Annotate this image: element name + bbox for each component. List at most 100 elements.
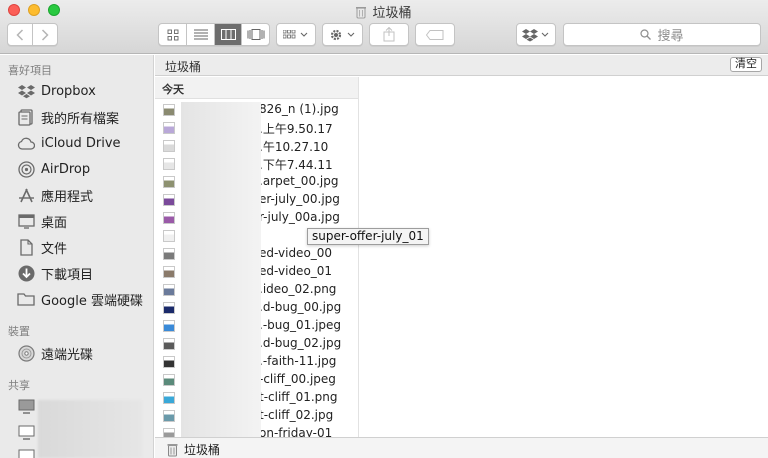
desktop-icon — [16, 212, 36, 230]
file-name: .d-bug_02.jpg — [259, 336, 342, 350]
file-thumbnail-icon — [163, 320, 175, 332]
arrange-icon — [283, 29, 308, 38]
window-title: 垃圾桶 — [0, 2, 768, 21]
file-thumbnail-icon — [163, 194, 175, 206]
dropbox-toolbar-button[interactable] — [516, 23, 556, 46]
file-thumbnail-icon — [163, 338, 175, 350]
column-view-icon — [220, 29, 236, 40]
file-thumbnail-icon — [163, 248, 175, 260]
sidebar-item-applications[interactable]: 應用程式 — [16, 184, 93, 206]
sidebar-item-label: 應用程式 — [41, 189, 94, 205]
sidebar-item-label: 下載項目 — [41, 267, 94, 283]
computer-icon — [16, 423, 36, 441]
list-view-button[interactable] — [186, 24, 214, 45]
icon-view-icon — [167, 29, 179, 40]
navigation-buttons — [7, 23, 58, 46]
cover-flow-button[interactable] — [241, 24, 269, 45]
file-name: ed-video_00 — [259, 246, 333, 260]
sidebar-item-label: 桌面 — [41, 215, 68, 231]
tags-button[interactable] — [415, 23, 455, 46]
sidebar-item-desktop[interactable]: 桌面 — [16, 210, 67, 232]
file-thumbnail-icon — [163, 158, 175, 170]
path-bar: 垃圾桶 清空 — [155, 55, 768, 76]
file-name: .arpet_00.jpg — [259, 174, 339, 188]
search-icon — [640, 29, 652, 40]
forward-button[interactable] — [32, 24, 57, 45]
file-name: .d-bug_00.jpg — [259, 300, 342, 314]
list-view-icon — [193, 29, 208, 40]
file-thumbnail-icon — [163, 230, 175, 242]
tag-icon — [426, 29, 444, 40]
file-name: t-cliff_02.jpg — [259, 408, 334, 422]
sidebar-item-downloads[interactable]: 下載項目 — [16, 262, 93, 284]
finder-window: 垃圾桶 搜尋 喜好項目 Dropbox 我的所有檔案 iCloud Drive … — [0, 0, 768, 458]
redacted-filenames — [181, 102, 261, 437]
file-thumbnail-icon — [163, 140, 175, 152]
path-crumb-trash[interactable]: 垃圾桶 — [165, 58, 201, 75]
sidebar-item-remote-disc[interactable]: 遠端光碟 — [16, 342, 93, 364]
sidebar-item-icloud-drive[interactable]: iCloud Drive — [16, 132, 121, 154]
sidebar-item-documents[interactable]: 文件 — [16, 236, 67, 258]
remote-disc-icon — [16, 344, 36, 362]
search-field[interactable]: 搜尋 — [563, 23, 761, 46]
trash-icon — [356, 7, 367, 19]
applications-icon — [16, 186, 36, 204]
file-thumbnail-icon — [163, 392, 175, 404]
sidebar-item-airdrop[interactable]: AirDrop — [16, 158, 90, 180]
column-view-button[interactable] — [213, 24, 242, 45]
trash-icon — [167, 443, 178, 456]
chevron-left-icon — [16, 28, 24, 41]
file-thumbnail-icon — [163, 356, 175, 368]
browser-column: 今天 826_n (1).jpg .上午9.50.17 .午10.27.10 .下午7… — [155, 77, 359, 437]
file-thumbnail-icon — [163, 302, 175, 314]
icon-view-button[interactable] — [159, 24, 186, 45]
sidebar-item-label: 遠端光碟 — [41, 347, 94, 363]
file-thumbnail-icon — [163, 104, 175, 116]
file-thumbnail-icon — [163, 176, 175, 188]
share-icon — [383, 27, 395, 42]
sidebar-item-label: Google 雲端硬碟 — [41, 293, 143, 309]
shared-header: 共享 — [8, 379, 30, 392]
file-name: er-july_00.jpg — [259, 192, 340, 206]
folder-icon — [16, 290, 36, 308]
file-name: -cliff_00.jpeg — [259, 372, 336, 386]
status-path-label: 垃圾桶 — [184, 443, 221, 457]
view-mode-control — [158, 23, 270, 46]
downloads-icon — [16, 264, 36, 282]
sidebar-item-google-drive[interactable]: Google 雲端硬碟 — [16, 288, 143, 310]
share-button[interactable] — [369, 23, 409, 46]
gear-icon — [330, 29, 354, 40]
sidebar-item-all-files[interactable]: 我的所有檔案 — [16, 106, 119, 128]
status-path[interactable]: 垃圾桶 — [167, 441, 220, 458]
file-thumbnail-icon — [163, 122, 175, 134]
file-name: .-faith-11.jpg — [259, 354, 337, 368]
sidebar-item-label: 文件 — [41, 241, 68, 257]
empty-trash-button[interactable]: 清空 — [730, 57, 762, 72]
action-button[interactable] — [322, 23, 363, 46]
file-thumbnail-icon — [163, 410, 175, 422]
window-title-text: 垃圾桶 — [372, 6, 412, 21]
all-files-icon — [16, 108, 36, 126]
documents-icon — [16, 238, 36, 256]
file-thumbnail-icon — [163, 284, 175, 296]
cloud-icon — [16, 134, 36, 152]
back-button[interactable] — [8, 24, 32, 45]
file-thumbnail-icon — [163, 428, 175, 437]
dropbox-icon — [16, 82, 36, 100]
file-name: t-cliff_01.png — [259, 390, 338, 404]
computer-icon — [16, 447, 36, 458]
favorites-header: 喜好項目 — [8, 64, 52, 77]
sidebar-item-dropbox[interactable]: Dropbox — [16, 80, 96, 102]
file-thumbnail-icon — [163, 374, 175, 386]
file-name: .午10.27.10 — [259, 140, 329, 154]
sidebar-item-label: AirDrop — [41, 161, 91, 177]
group-header-today: 今天 — [155, 77, 358, 99]
dropbox-icon — [522, 28, 549, 41]
sidebar-item-label: Dropbox — [41, 83, 96, 99]
cover-flow-icon — [247, 29, 265, 40]
arrange-button[interactable] — [276, 23, 316, 46]
computer-icon — [16, 397, 36, 415]
file-thumbnail-icon — [163, 212, 175, 224]
airdrop-icon — [16, 160, 36, 178]
file-thumbnail-icon — [163, 266, 175, 278]
